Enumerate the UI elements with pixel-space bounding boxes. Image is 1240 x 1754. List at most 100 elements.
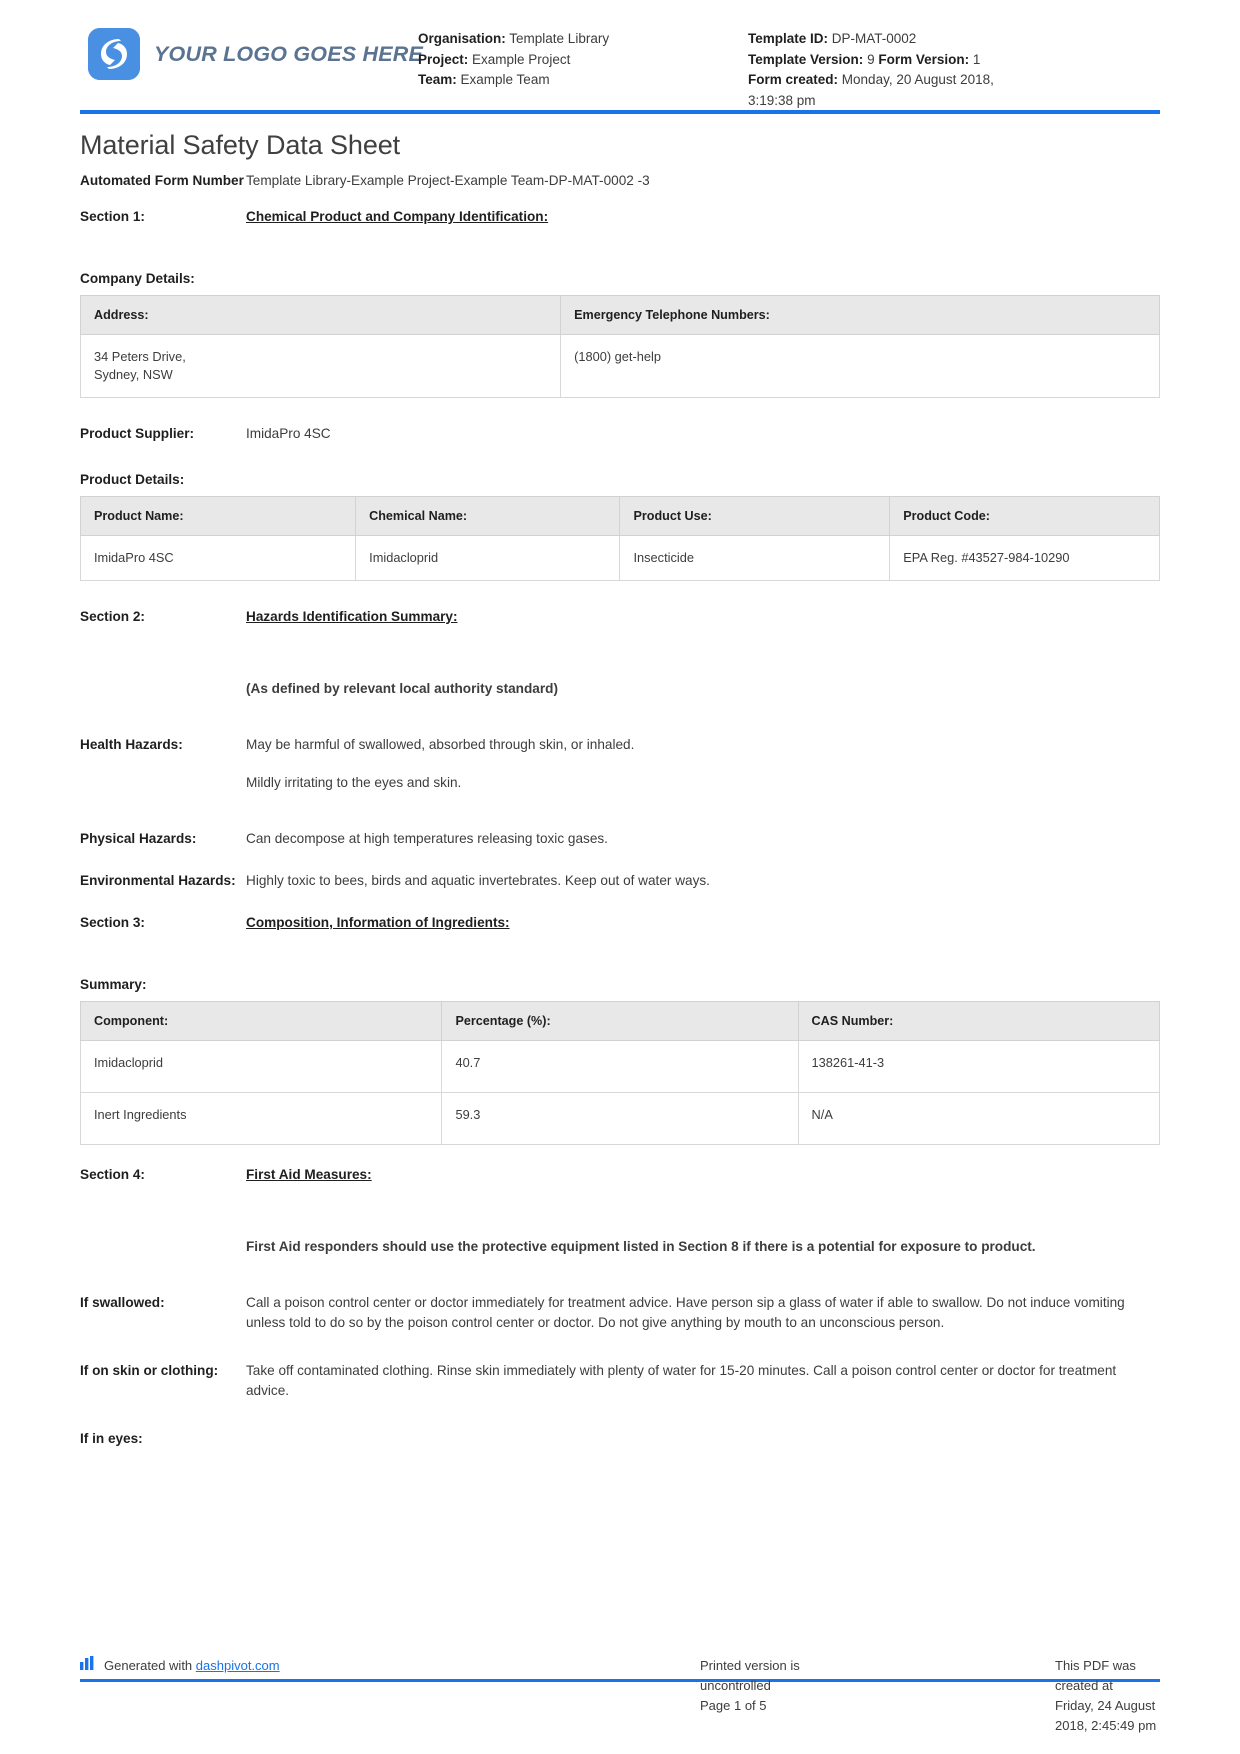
physical-hazards-label: Physical Hazards: [80,831,197,846]
section-3-row: Section 3: Composition, Information of I… [80,913,1160,933]
organisation-value: Template Library [509,31,610,46]
cell-emergency-phone: (1800) get-help [560,334,1160,398]
summary-label: Summary: [80,977,147,992]
column-header-product-use: Product Use: [619,496,891,536]
product-supplier-label: Product Supplier: [80,426,195,441]
template-version-line: Template Version: 9 Form Version: 1 [748,50,1160,71]
template-version-value: 9 [867,51,875,67]
if-on-skin-row: If on skin or clothing: Take off contami… [80,1361,1160,1401]
composition-table: Component: Percentage (%): CAS Number: I… [79,1001,1161,1145]
document-body: Material Safety Data Sheet Automated For… [0,130,1240,1449]
dashpivot-logo-icon [80,1656,97,1676]
project-value: Example Project [472,51,571,67]
template-id-value: DP-MAT-0002 [831,31,917,46]
environmental-hazards-value: Highly toxic to bees, birds and aquatic … [246,873,710,888]
section-2-row: Section 2: Hazards Identification Summar… [80,607,1160,627]
column-header-chemical-name: Chemical Name: [355,496,621,536]
header-meta-left: Organisation: Template Library Project: … [418,22,748,91]
cell-component: Imidacloprid [79,1040,443,1093]
page-indicator: Page 1 of 5 [700,1698,767,1713]
if-swallowed-label: If swallowed: [80,1295,165,1310]
section-4-heading: First Aid Measures: [246,1167,372,1182]
section-4-row: Section 4: First Aid Measures: [80,1165,1160,1185]
footer-created-col: This PDF was created at Friday, 24 Augus… [800,1656,1160,1736]
column-header-product-code: Product Code: [889,496,1160,536]
dashpivot-link[interactable]: dashpivot.com [196,1656,280,1676]
column-header-address: Address: [79,295,562,335]
product-details-label: Product Details: [80,472,185,487]
responder-note-row: First Aid responders should use the prot… [80,1237,1160,1257]
page-header: YOUR LOGO GOES HERE Organisation: Templa… [0,0,1240,108]
health-hazards-text-1: May be harmful of swallowed, absorbed th… [246,737,635,752]
team-line: Team: Example Team [418,70,748,91]
automated-form-number-label: Automated Form Number [80,173,244,188]
template-version-label: Template Version: [748,51,864,67]
cell-address: 34 Peters Drive, Sydney, NSW [79,334,562,398]
table-header-row: Component: Percentage (%): CAS Number: [79,1001,1161,1041]
form-version-label: Form Version: [878,51,970,67]
team-value: Example Team [460,72,550,87]
if-swallowed-value: Call a poison control center or doctor i… [246,1295,1125,1330]
company-details-table: Address: Emergency Telephone Numbers: 34… [79,295,1160,398]
responder-note: First Aid responders should use the prot… [246,1239,1036,1254]
automated-form-number-value: Template Library-Example Project-Example… [246,173,650,188]
table-header-row: Address: Emergency Telephone Numbers: [79,295,1160,335]
table-row: Imidacloprid 40.7 138261-41-3 [79,1040,1161,1093]
section-2-label: Section 2: [80,609,145,624]
section-4-label: Section 4: [80,1167,145,1182]
logo-text: YOUR LOGO GOES HERE [154,41,424,66]
section-1-heading: Chemical Product and Company Identificat… [246,209,549,224]
cell-product-name: ImidaPro 4SC [79,535,357,581]
column-header-cas-number: CAS Number: [797,1001,1161,1041]
environmental-hazards-row: Environmental Hazards: Highly toxic to b… [80,871,1160,891]
section-1-label: Section 1: [80,209,145,224]
form-created-line: Form created: Monday, 20 August 2018, 3:… [748,70,1028,111]
company-details-label: Company Details: [80,271,195,286]
footer-print-col: Printed version is uncontrolled Page 1 o… [440,1656,800,1736]
project-label: Project: [418,51,469,67]
section-2-heading: Hazards Identification Summary: [246,609,458,624]
cell-percentage: 59.3 [441,1092,799,1145]
cell-product-use: Insecticide [619,535,891,581]
standard-note-row: (As defined by relevant local authority … [80,679,1160,699]
uncontrolled-note: Printed version is uncontrolled [700,1658,800,1693]
page-title: Material Safety Data Sheet [80,130,401,160]
pdf-created-note: This PDF was created at [1055,1658,1136,1693]
cell-product-code: EPA Reg. #43527-984-10290 [889,535,1160,581]
cell-chemical-name: Imidacloprid [355,535,621,581]
environmental-hazards-label: Environmental Hazards: [80,873,236,888]
header-meta-right: Template ID: DP-MAT-0002 Template Versio… [748,22,1160,111]
form-created-label: Form created: [748,72,839,87]
automated-form-number-row: Automated Form Number Template Library-E… [80,171,1160,191]
table-row: ImidaPro 4SC Imidacloprid Insecticide EP… [79,535,1160,581]
organisation-label: Organisation: [418,31,506,46]
column-header-emergency-phone: Emergency Telephone Numbers: [560,295,1160,335]
product-supplier-row: Product Supplier: ImidaPro 4SC [80,424,1160,444]
section-1-row: Section 1: Chemical Product and Company … [80,207,1160,227]
health-hazards-value: May be harmful of swallowed, absorbed th… [246,735,1160,793]
if-on-skin-label: If on skin or clothing: [80,1363,219,1378]
column-header-product-name: Product Name: [79,496,357,536]
table-header-row: Product Name: Chemical Name: Product Use… [79,496,1160,536]
product-supplier-value: ImidaPro 4SC [246,426,331,441]
cell-cas-number: N/A [797,1092,1161,1145]
if-swallowed-row: If swallowed: Call a poison control cent… [80,1293,1160,1333]
cell-cas-number: 138261-41-3 [797,1040,1161,1093]
page-footer: Generated with dashpivot.com Printed ver… [80,1656,1160,1736]
table-row: Inert Ingredients 59.3 N/A [79,1092,1161,1145]
cell-percentage: 40.7 [441,1040,799,1093]
product-details-table: Product Name: Chemical Name: Product Use… [79,496,1160,581]
physical-hazards-value: Can decompose at high temperatures relea… [246,831,608,846]
section-3-label: Section 3: [80,915,145,930]
health-hazards-row: Health Hazards: May be harmful of swallo… [80,735,1160,793]
column-header-component: Component: [79,1001,443,1041]
generated-with-text: Generated with [104,1658,193,1673]
organisation-line: Organisation: Template Library [418,29,748,50]
table-row: 34 Peters Drive, Sydney, NSW (1800) get-… [79,334,1160,398]
if-in-eyes-label: If in eyes: [80,1431,143,1446]
document-page: YOUR LOGO GOES HERE Organisation: Templa… [0,0,1240,1754]
footer-generated-col: Generated with dashpivot.com [80,1656,440,1736]
column-header-percentage: Percentage (%): [441,1001,799,1041]
pdf-created-date: Friday, 24 August 2018, 2:45:49 pm [1055,1698,1157,1733]
health-hazards-label: Health Hazards: [80,737,183,752]
